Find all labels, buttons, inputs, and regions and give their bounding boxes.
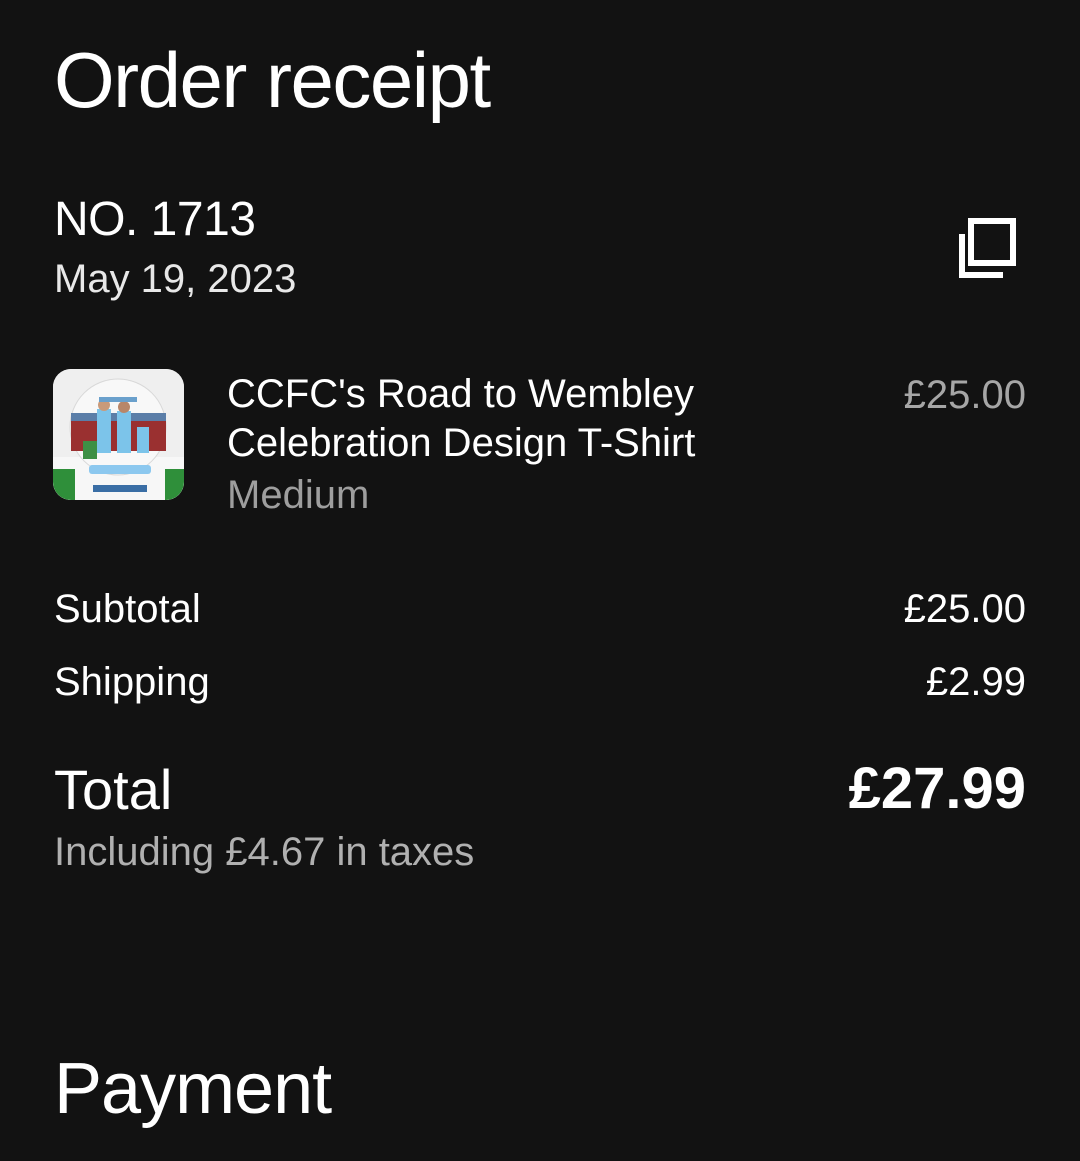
product-variant: Medium: [227, 473, 370, 517]
product-name[interactable]: CCFC's Road to Wembley Celebration Desig…: [227, 370, 827, 468]
payment-section-title: Payment: [54, 1049, 332, 1129]
product-price: £25.00: [903, 373, 1026, 417]
subtotal-value: £25.00: [903, 587, 1026, 631]
total-value: £27.99: [848, 756, 1026, 821]
tax-note: Including £4.67 in taxes: [54, 830, 475, 874]
order-date: May 19, 2023: [54, 257, 297, 301]
subtotal-label: Subtotal: [54, 587, 201, 631]
shipping-value: £2.99: [925, 660, 1026, 704]
product-thumbnail[interactable]: [53, 369, 184, 500]
total-label: Total: [54, 758, 173, 821]
copy-icon: [959, 218, 1016, 278]
tshirt-product-image: [53, 369, 184, 500]
shipping-label: Shipping: [54, 660, 210, 704]
page-title: Order receipt: [54, 36, 491, 124]
order-number: NO. 1713: [54, 193, 256, 246]
copy-order-button[interactable]: [950, 212, 1024, 286]
